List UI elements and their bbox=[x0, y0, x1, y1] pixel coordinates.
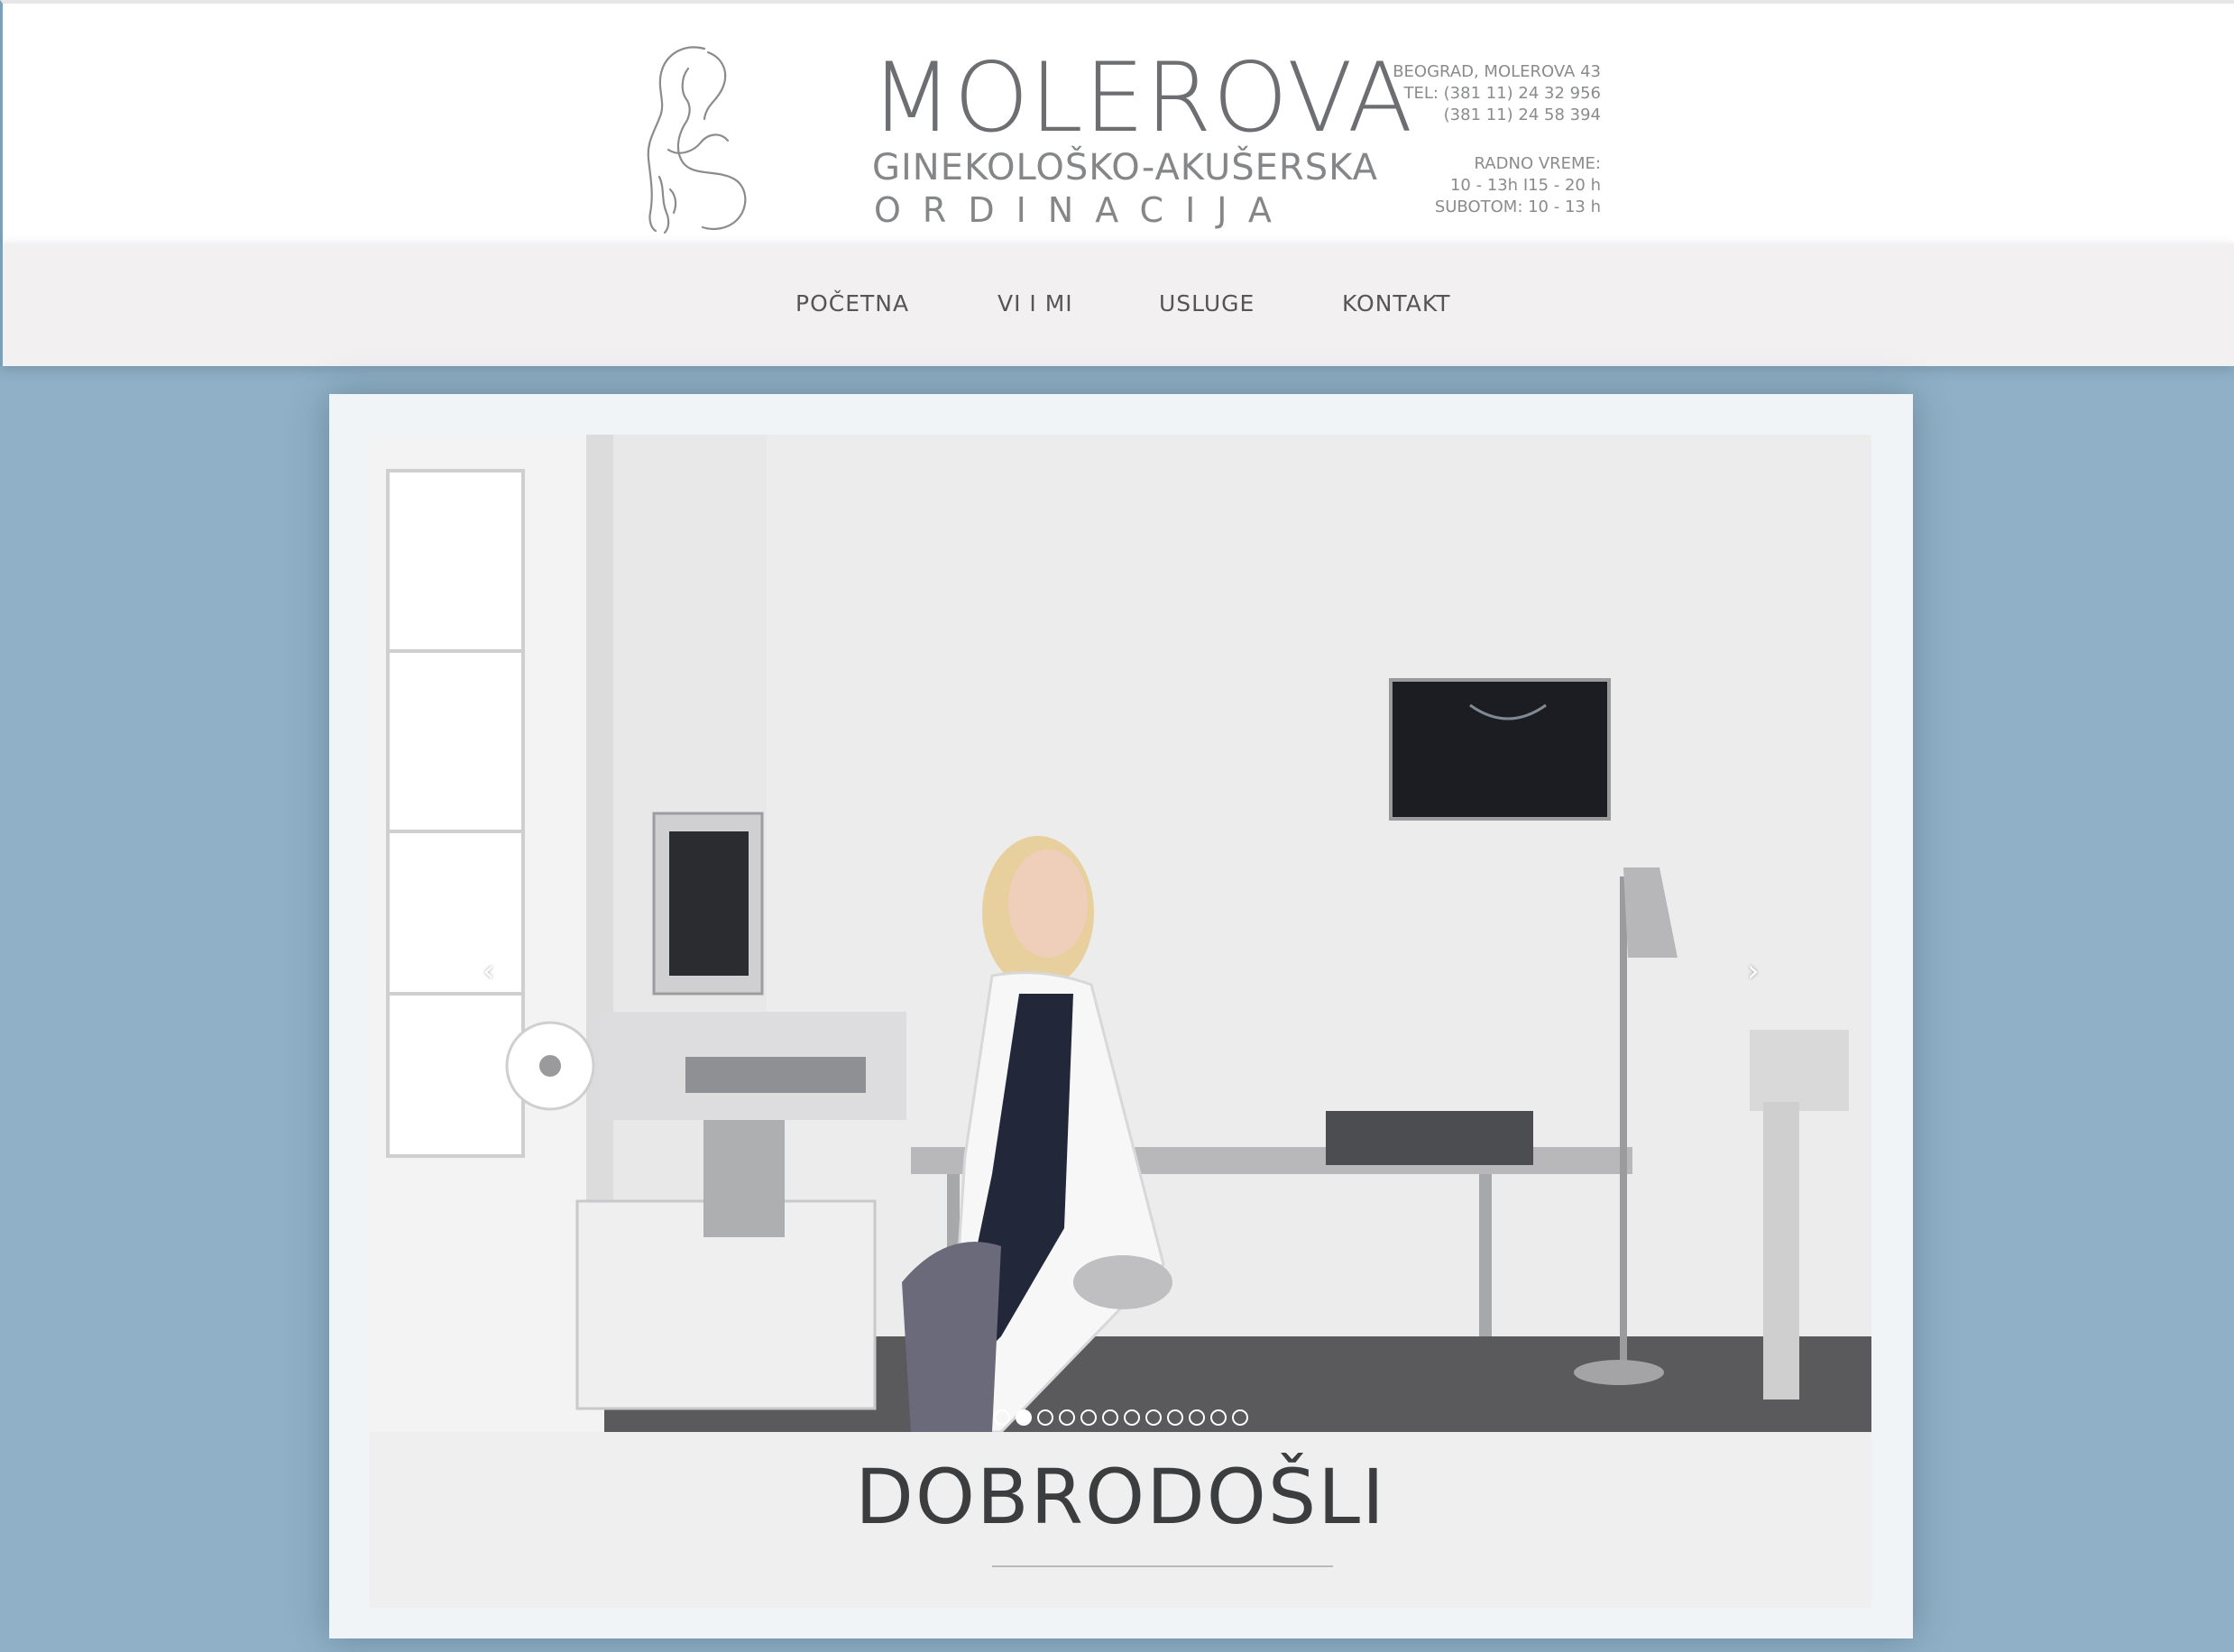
slider-dot[interactable] bbox=[1188, 1409, 1205, 1426]
site-header: MOLEROVA GINEKOLOŠKO-AKUŠERSKA ORDINACIJ… bbox=[0, 0, 2234, 243]
slider-dot-active[interactable] bbox=[1015, 1409, 1032, 1426]
hours-weekday: 10 - 13h I15 - 20 h bbox=[1449, 176, 1601, 195]
welcome-section: DOBRODOŠLI bbox=[370, 1432, 1871, 1608]
slider-prev-arrow[interactable]: ‹ bbox=[483, 956, 495, 987]
welcome-title: DOBRODOŠLI bbox=[855, 1453, 1386, 1541]
slider-dot[interactable] bbox=[1231, 1409, 1248, 1426]
slider-dot[interactable] bbox=[1058, 1409, 1075, 1426]
slider-dot[interactable] bbox=[1166, 1409, 1183, 1426]
brand-subtitle-ordinacija: ORDINACIJA bbox=[874, 190, 1293, 230]
address-text: BEOGRAD, MOLEROVA 43 bbox=[1393, 62, 1601, 81]
nav-item-pocetna[interactable]: POČETNA bbox=[795, 290, 909, 317]
slider-dot[interactable] bbox=[993, 1409, 1010, 1426]
phone-text: TEL: (381 11) 24 32 956 bbox=[1403, 84, 1601, 103]
slider-dot[interactable] bbox=[1101, 1409, 1118, 1426]
slider-next-arrow[interactable]: › bbox=[1747, 956, 1760, 987]
main-nav: POČETNA VI I MI USLUGE KONTAKT bbox=[0, 243, 2234, 366]
slider-dot[interactable] bbox=[1123, 1409, 1140, 1426]
nav-item-usluge[interactable]: USLUGE bbox=[1159, 290, 1255, 317]
slider-dot[interactable] bbox=[1209, 1409, 1227, 1426]
phone-text-2: (381 11) 24 58 394 bbox=[1443, 106, 1601, 124]
hours-saturday: SUBOTOM: 10 - 13 h bbox=[1434, 197, 1601, 216]
brand-subtitle: GINEKOLOŠKO-AKUŠERSKA bbox=[872, 147, 1378, 188]
image-slider[interactable]: ‹ › bbox=[370, 435, 1871, 1432]
slider-dot[interactable] bbox=[1080, 1409, 1097, 1426]
slide-photo bbox=[370, 435, 1871, 1432]
pregnant-woman-logo-icon[interactable] bbox=[634, 41, 751, 235]
slider-dot[interactable] bbox=[1036, 1409, 1053, 1426]
welcome-divider bbox=[992, 1565, 1333, 1567]
slider-dot[interactable] bbox=[1145, 1409, 1162, 1426]
nav-item-vi-i-mi[interactable]: VI I MI bbox=[997, 290, 1073, 317]
contact-info: BEOGRAD, MOLEROVA 43 TEL: (381 11) 24 32… bbox=[1330, 61, 1601, 218]
slider-dots bbox=[370, 1409, 1871, 1427]
hours-label: RADNO VREME: bbox=[1474, 154, 1601, 173]
nav-item-kontakt[interactable]: KONTAKT bbox=[1342, 290, 1451, 317]
content-card: ‹ › DOBRODOŠLI bbox=[329, 394, 1913, 1638]
